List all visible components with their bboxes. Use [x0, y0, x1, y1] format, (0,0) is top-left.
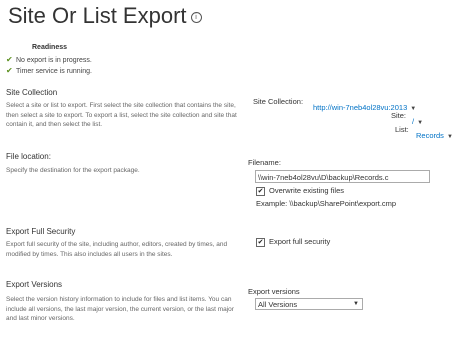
overwrite-checkbox[interactable]: ✔	[256, 186, 265, 196]
overwrite-option[interactable]: ✔ Overwrite existing files	[256, 186, 344, 196]
export-versions-section-description: Select the version history information t…	[6, 296, 234, 322]
check-icon: ✔	[6, 55, 13, 64]
site-collection-section-description: Select a site or list to export. First s…	[6, 102, 237, 128]
readiness-heading: Readiness	[32, 44, 68, 51]
readiness-item-text: Timer service is running.	[16, 68, 92, 75]
file-location-section-description: Specify the destination for the export p…	[6, 167, 140, 174]
readiness-item: ✔ Timer service is running.	[6, 66, 92, 75]
info-icon[interactable]: i	[190, 11, 202, 23]
export-versions-section-title: Export Versions	[6, 280, 63, 289]
overwrite-label: Overwrite existing files	[269, 186, 345, 195]
export-security-label: Export full security	[269, 237, 331, 246]
site-link[interactable]: /	[412, 117, 414, 126]
list-label: List:	[395, 125, 409, 134]
check-icon: ✔	[6, 66, 13, 75]
export-versions-label: Export versions	[248, 287, 300, 296]
list-link[interactable]: Records	[416, 131, 444, 140]
export-security-section-description: Export full security of the site, includ…	[6, 241, 228, 258]
site-collection-label: Site Collection:	[253, 97, 304, 106]
site-collection-section-title: Site Collection	[6, 88, 58, 97]
export-security-option[interactable]: ✔ Export full security	[256, 237, 330, 247]
export-versions-select[interactable]: All Versions ▼	[255, 298, 363, 310]
page-title: Site Or List Export i	[8, 3, 202, 29]
readiness-item: ✔ No export is in progress.	[6, 55, 92, 64]
page-title-text: Site Or List Export	[8, 3, 187, 28]
readiness-item-text: No export is in progress.	[16, 57, 92, 64]
filename-example: Example: \\backup\SharePoint\export.cmp	[256, 199, 397, 208]
filename-input[interactable]: \\win-7neb4ol28vu\D\backup\Records.c	[255, 170, 430, 183]
list-selector[interactable]: Records ▼	[416, 125, 453, 143]
site-label: Site:	[391, 111, 407, 120]
filename-label: Filename:	[248, 158, 281, 167]
chevron-down-icon[interactable]: ▼	[353, 299, 359, 310]
export-security-checkbox[interactable]: ✔	[256, 237, 265, 247]
file-location-section-title: File location:	[6, 152, 51, 161]
chevron-down-icon[interactable]: ▼	[447, 134, 453, 140]
export-versions-selected: All Versions	[258, 300, 298, 309]
export-security-section-title: Export Full Security	[6, 227, 76, 236]
